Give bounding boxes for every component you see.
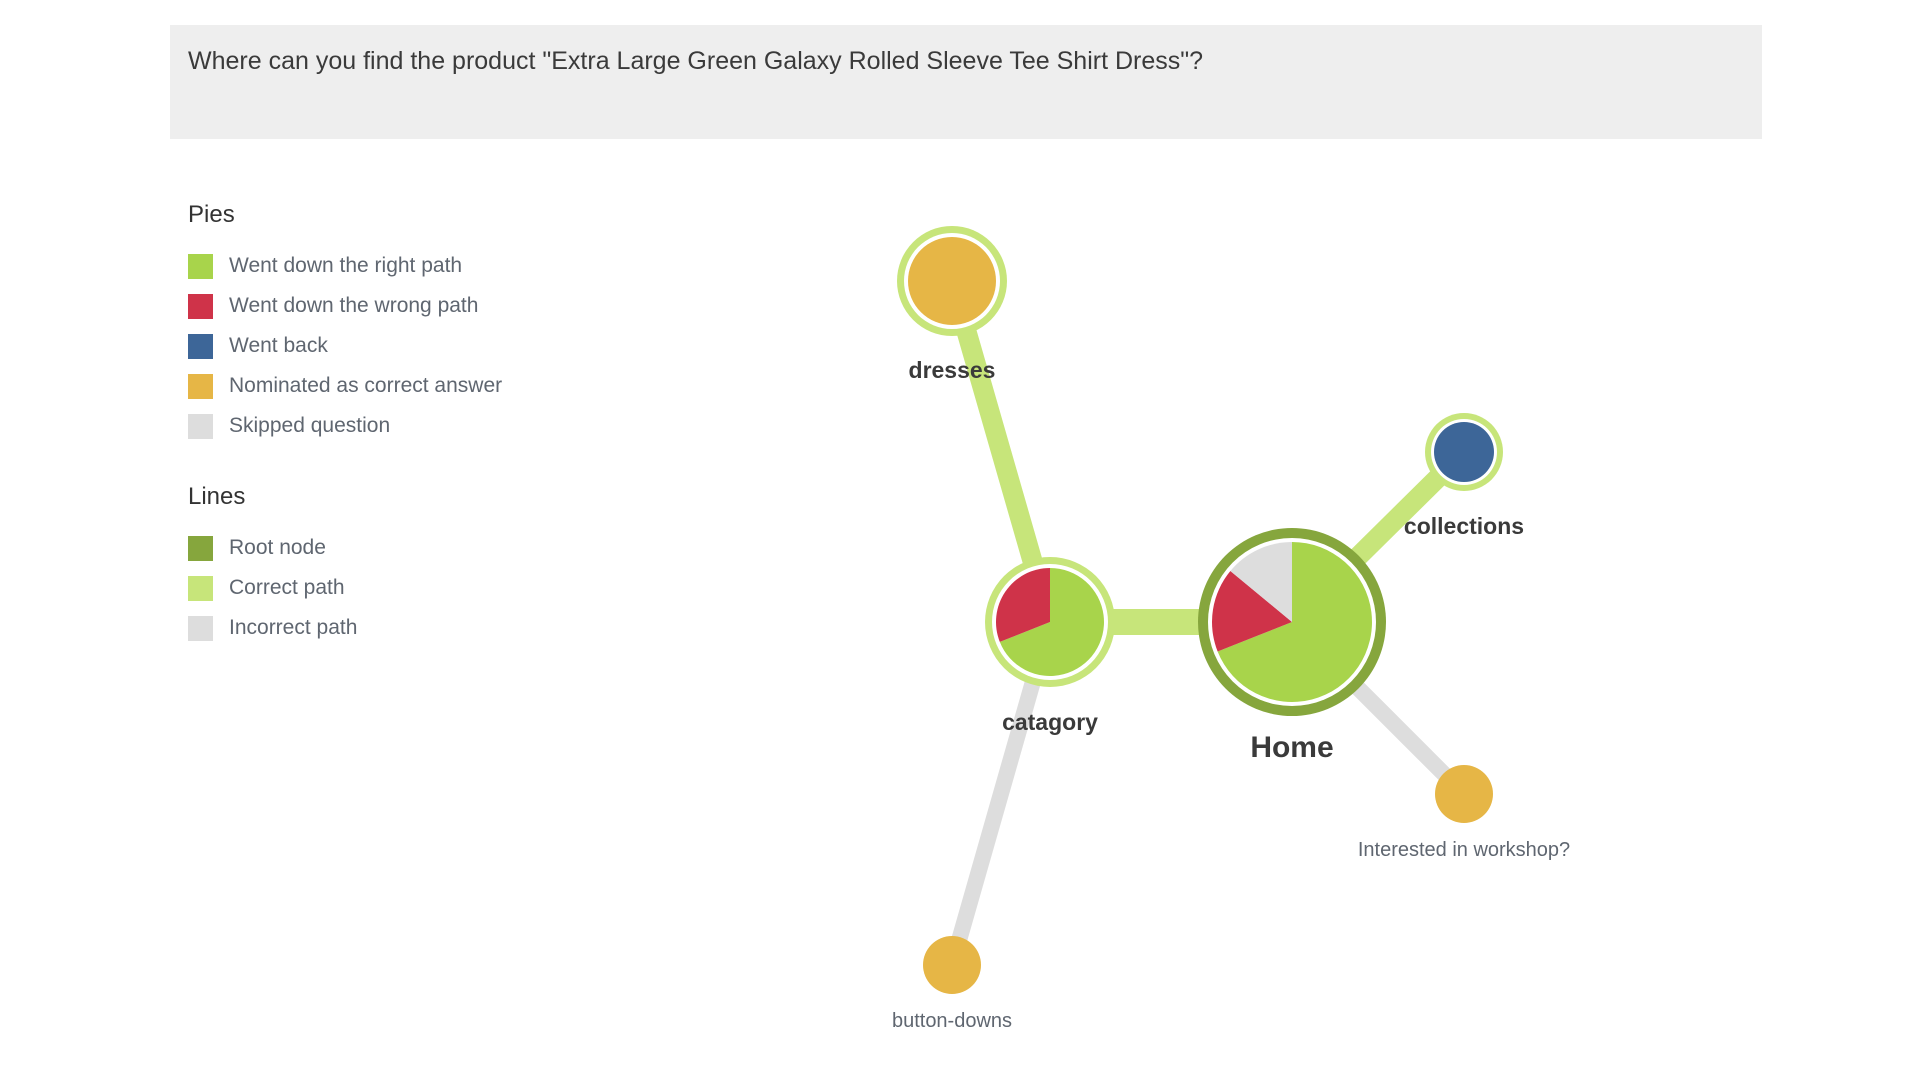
node-label-home: Home <box>1250 731 1333 764</box>
node-dresses <box>897 226 1007 336</box>
pie-slice-nominated <box>923 936 981 994</box>
pie-slice-back <box>1434 422 1494 482</box>
node-button-downs <box>923 936 981 994</box>
pie-slice-nominated <box>908 237 996 325</box>
node-catagory <box>985 557 1115 687</box>
node-label-button-downs: button-downs <box>892 1010 1012 1032</box>
node-collections <box>1425 413 1503 491</box>
pie-slice-nominated <box>1435 765 1493 823</box>
node-home <box>1198 528 1386 716</box>
node-label-collections: collections <box>1404 513 1524 539</box>
node-label-catagory: catagory <box>1002 709 1098 735</box>
nodes-layer <box>897 226 1503 994</box>
node-workshop <box>1435 765 1493 823</box>
node-label-dresses: dresses <box>909 357 996 383</box>
pietree-diagram: Home catagory dresses collections Interested… <box>892 226 1570 1032</box>
node-label-workshop: Interested in workshop? <box>1358 839 1570 861</box>
